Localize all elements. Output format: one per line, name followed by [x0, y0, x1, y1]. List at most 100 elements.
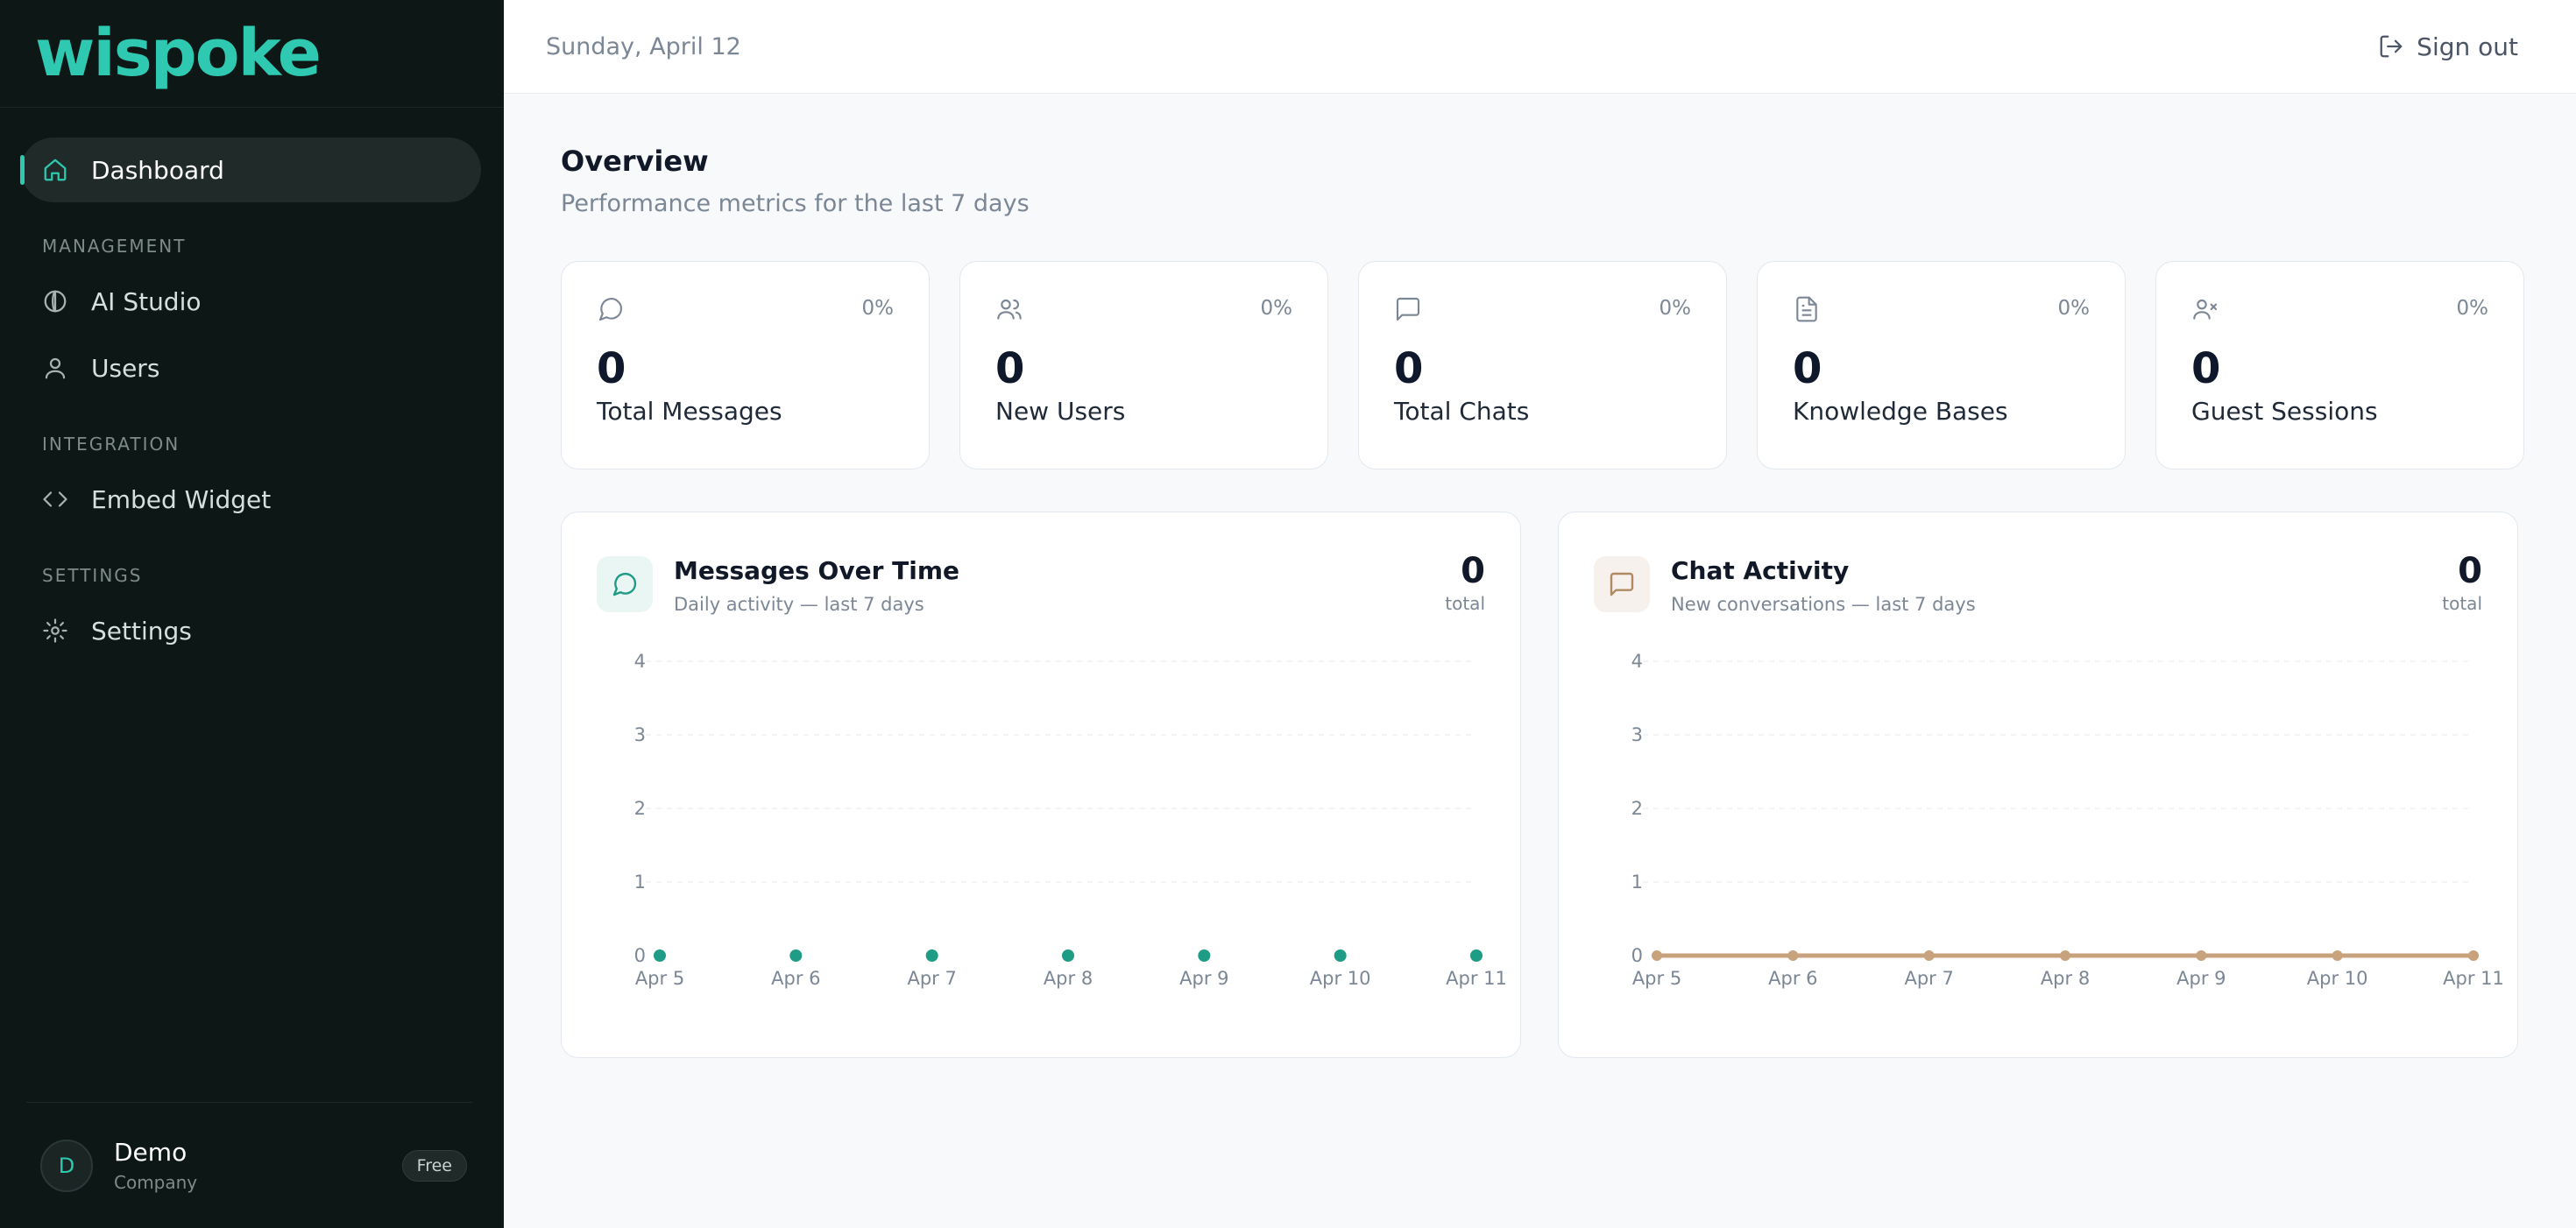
data-point: [789, 949, 803, 962]
x-tick-label: Apr 10: [2307, 968, 2368, 989]
avatar[interactable]: D: [40, 1139, 93, 1192]
main-content: Sunday, April 12 Sign out Overview Perfo…: [504, 0, 2576, 1228]
chart-subtitle: New conversations — last 7 days: [1671, 594, 1976, 615]
home-icon: [44, 159, 67, 181]
data-point: [2060, 950, 2070, 961]
y-tick-label: 3: [1631, 724, 1643, 745]
chart-card-messages: Messages Over Time Daily activity — last…: [561, 512, 1521, 1058]
sidebar-item-ai-studio[interactable]: AI Studio: [21, 269, 481, 334]
stat-value: 0: [2191, 344, 2221, 393]
sidebar-item-embed-widget[interactable]: Embed Widget: [21, 467, 481, 532]
data-point: [1334, 949, 1347, 962]
section-label-integration: INTEGRATION: [42, 434, 180, 455]
chat-activity-chart: 0 1 2 3 4 Apr 5 Apr 6 Apr 7 Apr 8 Apr 9 Apr 10 Apr …: [1631, 651, 2504, 989]
chart-total-value: 0: [1461, 551, 1485, 591]
brand-wordmark: wispoke: [35, 16, 322, 91]
app: wispoke Dashboard MANAGEMENT AI Studio U…: [0, 0, 2576, 1228]
file-text-icon: [1796, 296, 1817, 322]
stat-label: Total Messages: [597, 397, 782, 426]
sidebar-item-label: Embed Widget: [91, 484, 272, 514]
message-circle-icon: [612, 573, 637, 596]
x-tick-label: Apr 8: [1044, 968, 1093, 989]
stat-value: 0: [1394, 344, 1424, 393]
stat-card-knowledge-bases: 0% 0 Knowledge Bases: [1757, 261, 2126, 469]
sign-out-label: Sign out: [2417, 32, 2518, 61]
chart-icon-badge: [597, 556, 653, 612]
sidebar-item-label: AI Studio: [91, 286, 202, 316]
chart-title: Messages Over Time: [674, 556, 959, 585]
sidebar-item-label: Dashboard: [91, 155, 224, 185]
stat-value: 0: [597, 344, 626, 393]
x-tick-label: Apr 11: [2443, 968, 2504, 989]
stat-change: 0%: [861, 297, 895, 320]
y-tick-label: 0: [1631, 945, 1643, 966]
message-circle-icon: [598, 298, 623, 321]
data-point: [654, 949, 666, 962]
charts-row: Messages Over Time Daily activity — last…: [561, 512, 2524, 1058]
chart-total: 0 total: [2442, 551, 2482, 614]
y-tick-label: 4: [1631, 651, 1643, 672]
plan-badge: Free: [401, 1149, 467, 1182]
brand-logo[interactable]: wispoke: [0, 0, 504, 108]
data-point: [1470, 949, 1483, 962]
sidebar-item-label: Settings: [91, 616, 192, 646]
stat-card-total-messages: 0% 0 Total Messages: [561, 261, 930, 469]
x-tick-label: Apr 9: [1179, 968, 1228, 989]
sidebar-item-settings[interactable]: Settings: [21, 598, 481, 663]
x-tick-label: Apr 7: [1904, 968, 1953, 989]
chart-header: Chat Activity New conversations — last 7…: [1594, 556, 1976, 615]
x-tick-label: Apr 11: [1446, 968, 1507, 989]
y-tick-label: 1: [1631, 872, 1643, 893]
sidebar-item-dashboard[interactable]: Dashboard: [20, 138, 481, 202]
stat-change: 0%: [2456, 297, 2489, 320]
chart-total: 0 total: [1445, 551, 1485, 614]
account-name: Demo: [114, 1138, 188, 1167]
page-title: Overview: [561, 145, 709, 178]
y-tick-label: 0: [634, 945, 646, 966]
account-footer[interactable]: D Demo Company Free: [26, 1102, 472, 1228]
message-square-icon: [1610, 572, 1634, 596]
code-icon: [43, 491, 67, 507]
data-point: [2196, 950, 2207, 961]
chart-total-label: total: [2442, 593, 2482, 614]
message-square-icon: [1396, 297, 1420, 321]
stat-label: Guest Sessions: [2191, 397, 2378, 426]
chart-title: Chat Activity: [1671, 556, 1850, 585]
user-x-icon: [2193, 299, 2218, 320]
sign-out-button[interactable]: Sign out: [2378, 32, 2518, 61]
chart-header: Messages Over Time Daily activity — last…: [597, 556, 959, 615]
stat-value: 0: [1793, 344, 1822, 393]
stat-change: 0%: [2057, 297, 2091, 320]
data-point: [925, 949, 938, 962]
data-point: [1652, 950, 1662, 961]
stat-label: Total Chats: [1394, 397, 1530, 426]
messages-chart: 0 1 2 3 4 Apr 5 Apr 6 Apr 7 Apr 8 Apr 9 Apr 10 Apr …: [634, 651, 1507, 989]
x-tick-label: Apr 5: [635, 968, 684, 989]
sidebar-nav: Dashboard MANAGEMENT AI Studio Users INT…: [0, 108, 504, 663]
x-tick-label: Apr 5: [1632, 968, 1681, 989]
x-tick-label: Apr 8: [2041, 968, 2090, 989]
stat-label: Knowledge Bases: [1793, 397, 2008, 426]
user-icon: [45, 357, 66, 379]
y-tick-label: 3: [634, 724, 646, 745]
chart-total-label: total: [1445, 593, 1485, 614]
stat-card-new-users: 0% 0 New Users: [959, 261, 1328, 469]
x-tick-label: Apr 6: [771, 968, 820, 989]
page-subtitle: Performance metrics for the last 7 days: [561, 190, 1030, 217]
x-tick-label: Apr 6: [1768, 968, 1817, 989]
stat-change: 0%: [1260, 297, 1293, 320]
sidebar: wispoke Dashboard MANAGEMENT AI Studio U…: [0, 0, 504, 1228]
section-label-management: MANAGEMENT: [42, 236, 187, 257]
topbar: Sunday, April 12 Sign out: [504, 0, 2576, 94]
stat-label: New Users: [995, 397, 1126, 426]
y-tick-label: 2: [1631, 798, 1643, 819]
y-tick-label: 1: [634, 872, 646, 893]
chart-heading: Messages Over Time Daily activity — last…: [674, 556, 959, 615]
stat-card-guest-sessions: 0% 0 Guest Sessions: [2155, 261, 2524, 469]
stats-row: 0% 0 Total Messages 0% 0 New Users 0% 0 …: [561, 261, 2524, 469]
account-info: Demo Company: [114, 1138, 402, 1193]
stat-change: 0%: [1659, 297, 1692, 320]
chart-subtitle: Daily activity — last 7 days: [674, 594, 924, 615]
x-tick-label: Apr 9: [2176, 968, 2226, 989]
sidebar-item-users[interactable]: Users: [21, 335, 481, 400]
